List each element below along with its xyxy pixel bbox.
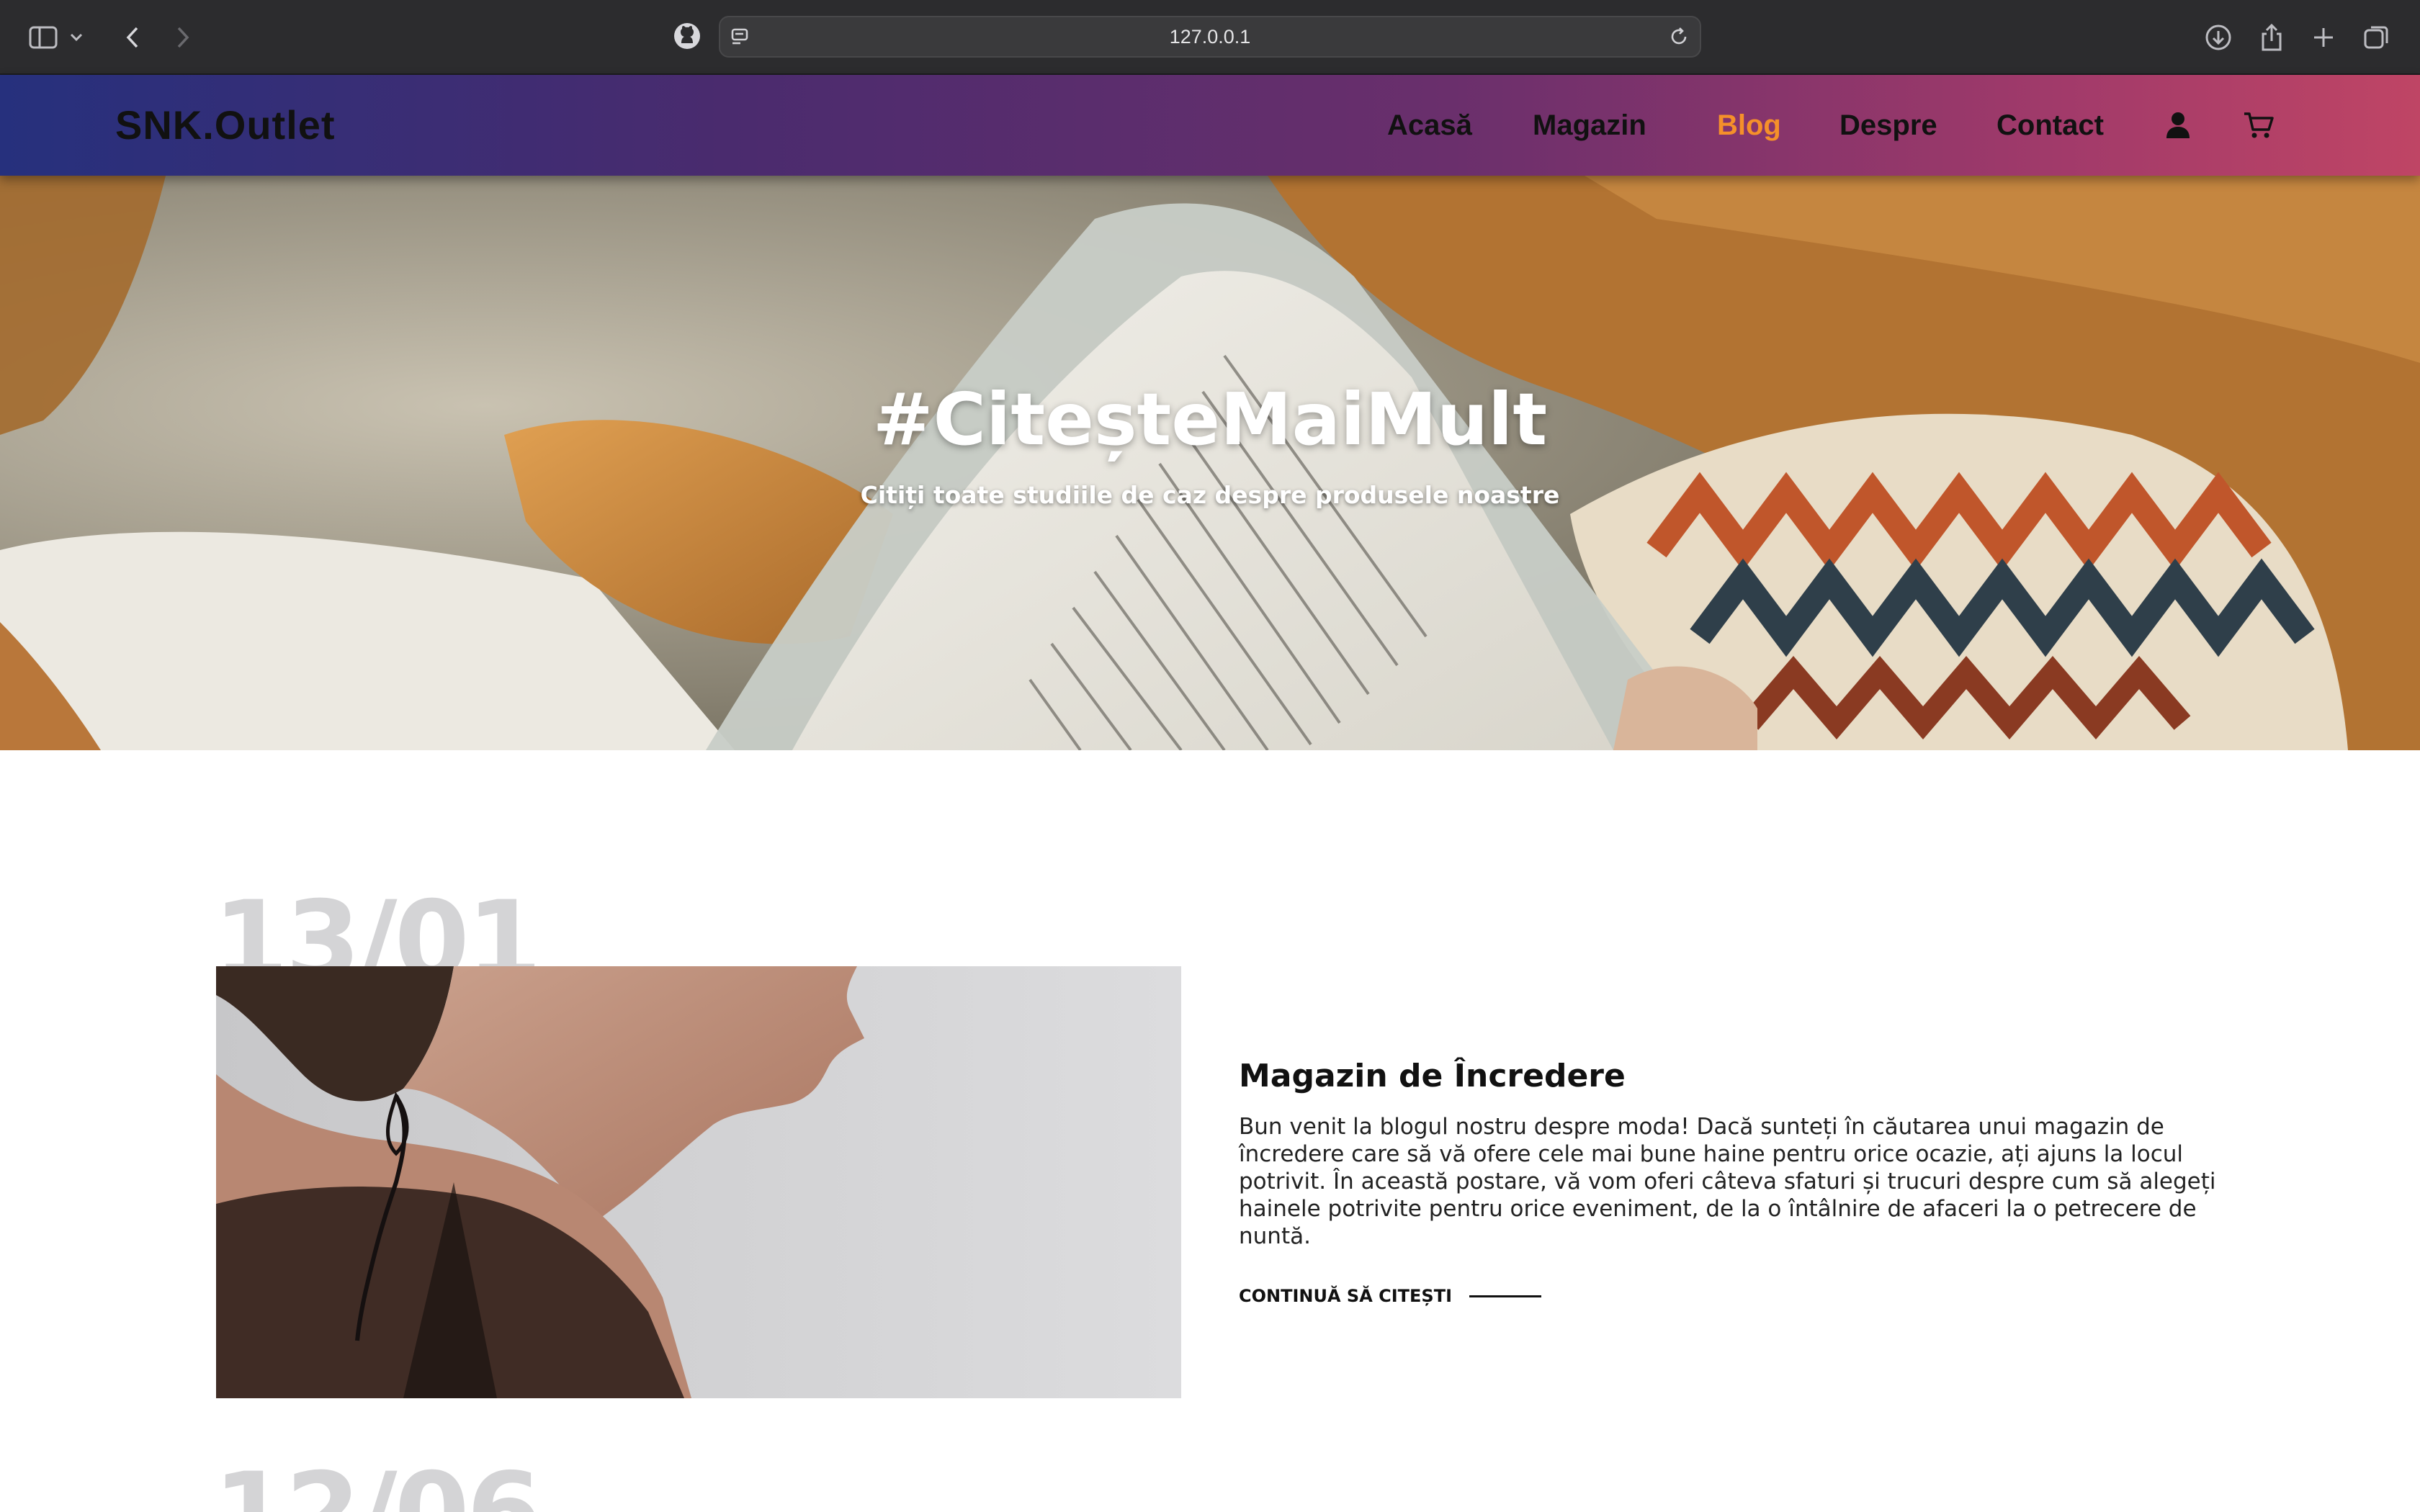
read-more-line	[1469, 1295, 1542, 1297]
sidebar-toggle-icon[interactable]	[22, 16, 65, 59]
read-more-label: CONTINUĂ SĂ CITEȘTI	[1239, 1286, 1453, 1306]
cart-icon[interactable]	[2243, 111, 2275, 143]
post-date: 12/06	[213, 1459, 539, 1512]
nav-item-despre[interactable]: Despre	[1839, 104, 1937, 147]
hero-subtitle: Citiți toate studiile de caz despre prod…	[860, 481, 1560, 509]
new-tab-icon[interactable]	[2302, 16, 2345, 59]
hero-banner: #CiteșteMaiMult Citiți toate studiile de…	[0, 176, 2420, 750]
download-icon[interactable]	[2197, 16, 2240, 59]
back-icon[interactable]	[111, 16, 154, 59]
github-icon[interactable]	[673, 22, 702, 53]
user-icon[interactable]	[2165, 111, 2191, 143]
share-icon[interactable]	[2250, 16, 2293, 59]
url-text: 127.0.0.1	[1169, 26, 1251, 48]
nav-item-magazin[interactable]: Magazin	[1533, 104, 1646, 147]
browser-toolbar: 127.0.0.1	[0, 0, 2420, 75]
post-date: 13/01	[213, 887, 539, 966]
post-excerpt: Bun venit la blogul nostru despre moda! …	[1239, 1114, 2216, 1249]
post-image[interactable]	[216, 966, 1181, 1398]
site-logo[interactable]: SNK.Outlet	[115, 96, 336, 154]
nav-item-acasa[interactable]: Acasă	[1387, 104, 1472, 147]
post-title[interactable]: Magazin de Încredere	[1239, 1051, 1626, 1102]
site-header: SNK.Outlet Acasă Magazin Blog Despre Con…	[0, 75, 2420, 176]
nav-item-blog[interactable]: Blog	[1717, 104, 1781, 147]
nav-item-contact[interactable]: Contact	[1996, 104, 2104, 147]
hero-background-image	[0, 176, 2420, 750]
chevron-down-icon[interactable]	[62, 16, 91, 59]
read-more-link[interactable]: CONTINUĂ SĂ CITEȘTI	[1239, 1283, 1542, 1309]
reload-icon[interactable]	[1668, 26, 1690, 50]
tab-overview-icon[interactable]	[2355, 16, 2398, 59]
forward-icon[interactable]	[161, 16, 205, 59]
address-bar[interactable]: 127.0.0.1	[719, 16, 1701, 58]
hero-title: #CiteșteMaiMult	[872, 377, 1548, 462]
